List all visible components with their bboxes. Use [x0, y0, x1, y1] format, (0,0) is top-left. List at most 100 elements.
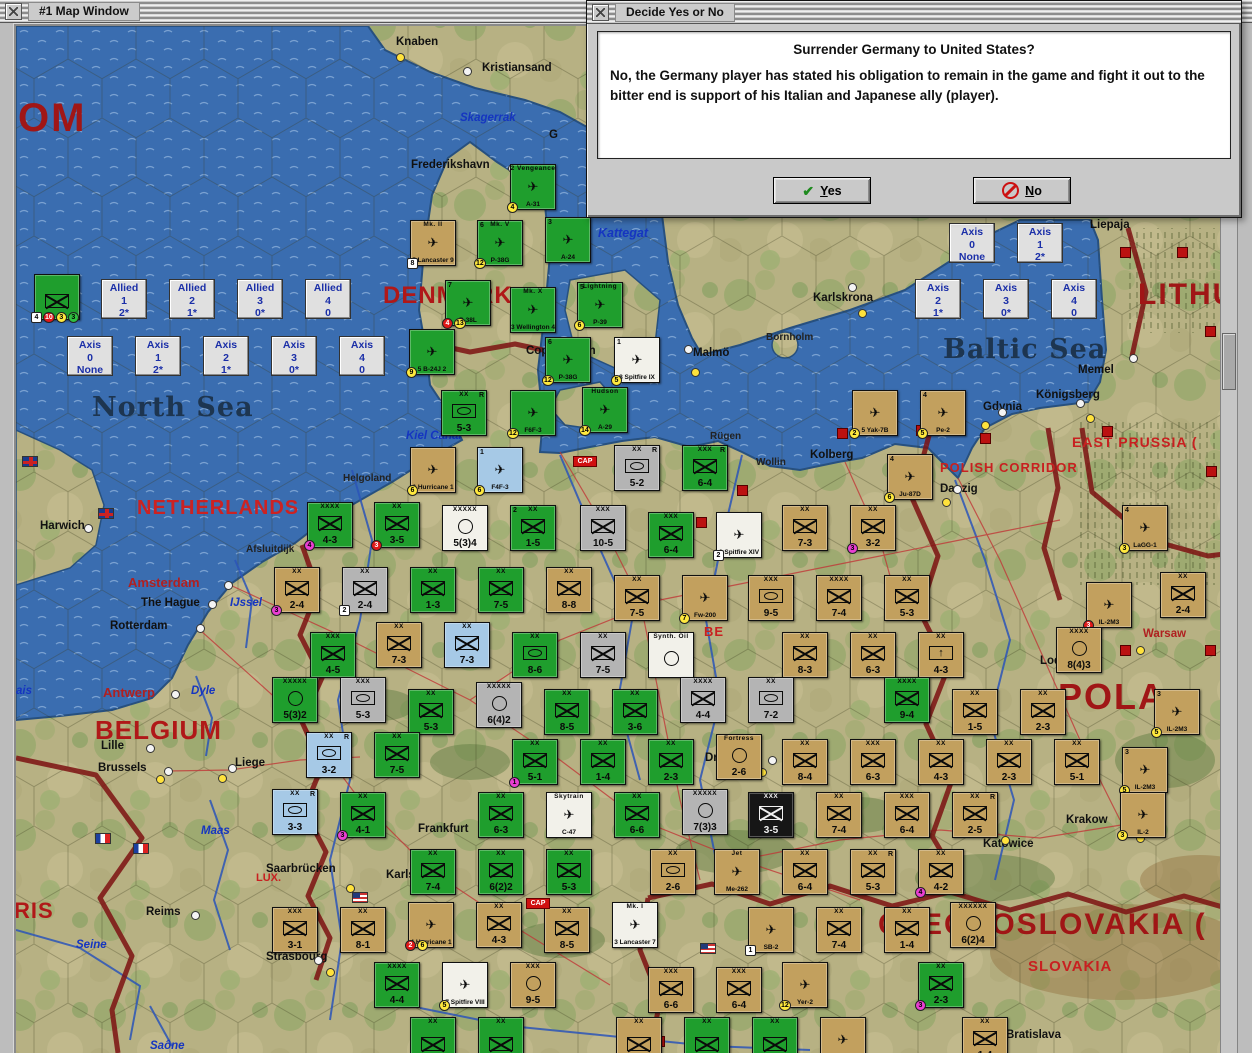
unit-counter[interactable]: XX 7-5	[478, 567, 524, 613]
unit-counter[interactable]: Mk. X ✈ 3 Wellington 4	[510, 287, 556, 333]
unit-counter[interactable]: XX1-4	[884, 907, 930, 953]
unit-counter[interactable]: XXX 3-1	[272, 907, 318, 953]
unit-counter[interactable]: XXXX 4-4	[374, 962, 420, 1008]
unit-counter[interactable]: XXXXXX 6(2)4	[950, 902, 996, 948]
unit-counter[interactable]: XX 1-3	[410, 567, 456, 613]
unit-counter[interactable]: Mk. I ✈ 3 Lancaster 7	[612, 902, 658, 948]
unit-counter[interactable]: Synth. Oil	[648, 632, 694, 678]
unit-counter[interactable]: XX 1-5	[952, 689, 998, 735]
unit-counter[interactable]: ✈ IL-2M3 3 5	[1151, 689, 1200, 738]
unit-counter[interactable]: XX 7-5	[614, 575, 660, 621]
unit-counter[interactable]: XX 5-3	[884, 575, 930, 621]
unit-counter[interactable]: XXX 10-5	[580, 505, 626, 551]
unit-counter[interactable]: XX 8-8	[546, 567, 592, 613]
unit-counter[interactable]: XX 3-2 3	[847, 505, 896, 554]
unit-counter[interactable]: XX 6-3	[850, 632, 896, 678]
unit-counter[interactable]: XX 7-4	[816, 792, 862, 838]
unit-counter[interactable]: XX ↑ 4-3	[918, 632, 964, 678]
unit-counter[interactable]: Jet ✈ Me-262	[714, 849, 760, 895]
unit-counter[interactable]: ✈ IL-2M3 3	[1083, 582, 1132, 631]
unit-counter[interactable]: XX 3-2 R	[306, 732, 352, 778]
unit-counter[interactable]: ✈ 9 Spitfire XIV 2	[713, 512, 762, 561]
unit-counter[interactable]: Skytrain ✈ C-47	[546, 792, 592, 838]
unit-counter[interactable]: XXX 9-5	[510, 962, 556, 1008]
unit-counter[interactable]: XXXX 9-4	[884, 677, 930, 723]
unit-counter[interactable]: XX 8-6	[512, 632, 558, 678]
unit-counter[interactable]: XXX 5-3	[340, 677, 386, 723]
unit-counter[interactable]: XX 5-3	[408, 689, 454, 735]
unit-counter[interactable]: XX 7-4	[816, 907, 862, 953]
unit-counter[interactable]: XXXXX 6(4)2	[476, 682, 522, 728]
unit-counter[interactable]: XXX 6-4 R	[682, 445, 728, 491]
unit-counter[interactable]: XX 2-3	[1020, 689, 1066, 735]
unit-counter[interactable]: XX 7-3	[444, 622, 490, 668]
unit-counter[interactable]: ✈ F6F-3 12	[507, 390, 556, 439]
unit-counter[interactable]: XX 7-3	[782, 505, 828, 551]
unit-counter[interactable]: XX 8-3	[782, 632, 828, 678]
unit-counter[interactable]: XX 7-5	[580, 632, 626, 678]
unit-counter[interactable]: ✈ IL-2M3 3 5	[1119, 747, 1168, 796]
unit-counter[interactable]: ✈ 6 Hurricane 16	[407, 447, 456, 496]
unit-counter[interactable]: XX 6-3	[478, 792, 524, 838]
unit-counter[interactable]: XX 2-3 3	[915, 962, 964, 1011]
unit-counter[interactable]: XXX 6-4	[716, 967, 762, 1013]
unit-counter[interactable]: ✈ Yer-2 12	[779, 962, 828, 1011]
unit-counter[interactable]: ✈ 4 Hurricane 126	[405, 902, 454, 951]
window-menu-icon[interactable]	[5, 2, 22, 20]
unit-counter[interactable]: 2 Vengeance ✈ A-31 4	[507, 164, 556, 213]
unit-counter[interactable]: XX1-4	[962, 1017, 1008, 1053]
unit-counter[interactable]: Hudson ✈ A-29 14	[579, 387, 628, 436]
unit-counter[interactable]: XXXXX 7(3)3	[682, 789, 728, 835]
scrollbar-thumb[interactable]	[1222, 333, 1236, 390]
unit-counter[interactable]: XX1-4	[580, 739, 626, 785]
unit-counter[interactable]: ✈ 7 Spitfire VIII 5	[439, 962, 488, 1011]
unit-counter[interactable]: XX	[478, 1017, 524, 1053]
dialog-menu-icon[interactable]	[592, 3, 609, 21]
no-button[interactable]: No	[973, 177, 1071, 204]
unit-counter[interactable]: XX 4-1 3	[337, 792, 386, 841]
unit-counter[interactable]: ✈ 5 Yak-7B 2	[849, 390, 898, 439]
unit-counter[interactable]: XX 8-5	[544, 907, 590, 953]
unit-counter[interactable]: XX 5-3	[546, 849, 592, 895]
unit-counter[interactable]: Lightning ✈ P-39 5 6	[574, 282, 623, 331]
unit-counter[interactable]: XX 7-5	[374, 732, 420, 778]
unit-counter[interactable]: XX 2-3	[986, 739, 1032, 785]
unit-counter[interactable]: XX 4-2 4	[915, 849, 964, 898]
unit-counter[interactable]: XX 5-1	[1054, 739, 1100, 785]
unit-counter[interactable]: ✈ 5 B-24J 29	[406, 329, 455, 378]
unit-counter[interactable]: XXX 6-4	[648, 512, 694, 558]
unit-counter[interactable]: XX 8-4	[782, 739, 828, 785]
unit-counter[interactable]: XX 3-5 3	[371, 502, 420, 551]
unit-counter[interactable]: XXXXX 5(3)2	[272, 677, 318, 723]
unit-counter[interactable]: XX 2-5 R	[952, 792, 998, 838]
unit-counter[interactable]: XX	[616, 1017, 662, 1053]
unit-counter[interactable]: XXX 6-6	[648, 967, 694, 1013]
unit-counter[interactable]: XX 7-4	[410, 849, 456, 895]
unit-counter[interactable]: Mk. V ✈ P-38G 6 12	[474, 220, 523, 269]
unit-counter[interactable]: ✈ F4F-3 1 6	[474, 447, 523, 496]
unit-counter[interactable]: ✈ Ju-87D 4 6	[884, 454, 933, 503]
unit-counter[interactable]: XXX 6-3	[850, 739, 896, 785]
unit-counter[interactable]: XX 4-3	[476, 902, 522, 948]
unit-counter[interactable]: ✈ P-38G 6 12	[542, 337, 591, 386]
unit-counter[interactable]: XX	[684, 1017, 730, 1053]
unit-counter[interactable]: XX 3-6	[612, 689, 658, 735]
unit-counter[interactable]: XX 2-4 3	[271, 567, 320, 616]
unit-counter[interactable]: ✈Pe-2	[820, 1017, 866, 1053]
unit-counter[interactable]: XX 2-4 2	[339, 567, 388, 616]
unit-counter[interactable]: XXXX 4-4	[680, 677, 726, 723]
unit-counter[interactable]: ✈ SB-2 1	[745, 907, 794, 956]
yes-button[interactable]: Yes	[773, 177, 871, 204]
unit-counter[interactable]: XX 2-4	[1160, 572, 1206, 618]
unit-counter[interactable]: ✈ LaGG-1 4 3	[1119, 505, 1168, 554]
unit-counter[interactable]: XXXXX 5(3)4	[442, 505, 488, 551]
unit-counter[interactable]: XX 6-6	[614, 792, 660, 838]
unit-counter[interactable]: XX 4-3	[918, 739, 964, 785]
unit-counter[interactable]: ✈ Fw-200 7	[679, 575, 728, 624]
unit-counter[interactable]: XX 2-6	[650, 849, 696, 895]
unit-counter[interactable]: XX 1-5 2	[510, 505, 556, 551]
unit-counter[interactable]: XX 7-2	[748, 677, 794, 723]
unit-counter[interactable]: XX 7-3	[376, 622, 422, 668]
unit-counter[interactable]: ✈ 8 Spitfire IX 1 5	[611, 337, 660, 386]
unit-counter[interactable]: Mk. II ✈ 5 Lancaster 98	[407, 220, 456, 269]
